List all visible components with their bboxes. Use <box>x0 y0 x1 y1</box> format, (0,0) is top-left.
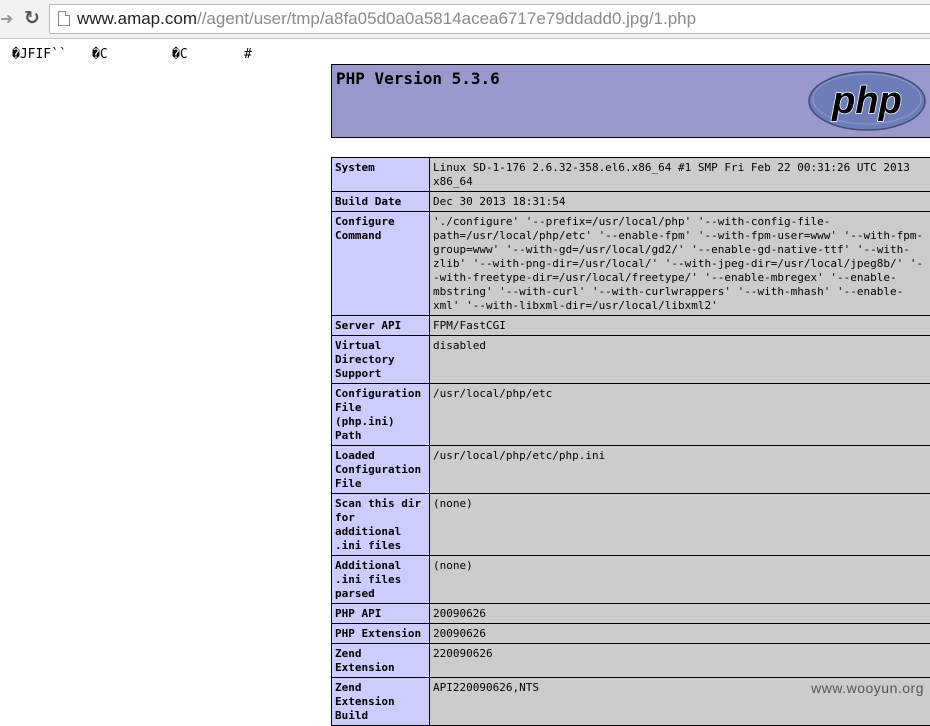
php-logo[interactable]: php <box>808 71 926 131</box>
garbage-token: �JFIF`` <box>12 47 67 62</box>
table-row: Configuration File (php.ini) Path/usr/lo… <box>332 384 930 446</box>
url-text[interactable]: www.amap.com//agent/user/tmp/a8fa05d0a0a… <box>77 8 696 30</box>
page-icon <box>58 11 70 26</box>
row-key: Loaded Configuration File <box>332 446 430 494</box>
row-key: System <box>332 158 430 192</box>
row-key: Build Date <box>332 192 430 212</box>
forward-icon[interactable]: ➜ <box>0 9 12 29</box>
table-row: Build DateDec 30 2013 18:31:54 <box>332 192 930 212</box>
row-value: Linux SD-1-176 2.6.32-358.el6.x86_64 #1 … <box>430 158 930 192</box>
row-key: PHP API <box>332 604 430 624</box>
table-row: Configure Command'./configure' '--prefix… <box>332 212 930 316</box>
row-key: Configure Command <box>332 212 430 316</box>
table-row: Scan this dir for additional .ini files(… <box>332 494 930 556</box>
garbage-token: �C <box>92 47 108 62</box>
table-row: PHP API20090626 <box>332 604 930 624</box>
page-title: PHP Version 5.3.6 <box>336 69 500 88</box>
garbage-token: # <box>244 47 252 62</box>
row-key: Additional .ini files parsed <box>332 556 430 604</box>
watermark: www.wooyun.org <box>811 680 924 696</box>
row-value: (none) <box>430 556 930 604</box>
row-value: Dec 30 2013 18:31:54 <box>430 192 930 212</box>
table-row: Zend Extension220090626 <box>332 644 930 678</box>
reload-icon[interactable]: ↻ <box>21 7 43 29</box>
table-row: Additional .ini files parsed(none) <box>332 556 930 604</box>
row-value: 20090626 <box>430 624 930 644</box>
url-host: www.amap.com <box>77 9 197 28</box>
phpinfo-table: SystemLinux SD-1-176 2.6.32-358.el6.x86_… <box>331 157 930 726</box>
php-logo-text: php <box>831 80 902 122</box>
row-value: FPM/FastCGI <box>430 316 930 336</box>
row-key: Scan this dir for additional .ini files <box>332 494 430 556</box>
url-path: //agent/user/tmp/a8fa05d0a0a5814acea6717… <box>197 9 696 28</box>
row-value: 20090626 <box>430 604 930 624</box>
garbage-token: �C <box>172 47 188 62</box>
row-value: disabled <box>430 336 930 384</box>
row-value: 220090626 <box>430 644 930 678</box>
row-value: /usr/local/php/etc/php.ini <box>430 446 930 494</box>
row-key: Zend Extension Build <box>332 678 430 726</box>
table-row: SystemLinux SD-1-176 2.6.32-358.el6.x86_… <box>332 158 930 192</box>
row-key: PHP Extension <box>332 624 430 644</box>
phpinfo-header: PHP Version 5.3.6 php <box>331 64 930 138</box>
table-row: Server APIFPM/FastCGI <box>332 316 930 336</box>
table-row: Loaded Configuration File/usr/local/php/… <box>332 446 930 494</box>
row-value: /usr/local/php/etc <box>430 384 930 446</box>
row-key: Configuration File (php.ini) Path <box>332 384 430 446</box>
table-row: PHP Extension20090626 <box>332 624 930 644</box>
row-key: Virtual Directory Support <box>332 336 430 384</box>
row-value: './configure' '--prefix=/usr/local/php' … <box>430 212 930 316</box>
browser-toolbar: ➜ ↻ www.amap.com//agent/user/tmp/a8fa05d… <box>0 0 930 39</box>
row-key: Zend Extension <box>332 644 430 678</box>
address-bar[interactable]: www.amap.com//agent/user/tmp/a8fa05d0a0a… <box>49 4 930 34</box>
row-key: Server API <box>332 316 430 336</box>
table-row: Virtual Directory Supportdisabled <box>332 336 930 384</box>
row-value: (none) <box>430 494 930 556</box>
